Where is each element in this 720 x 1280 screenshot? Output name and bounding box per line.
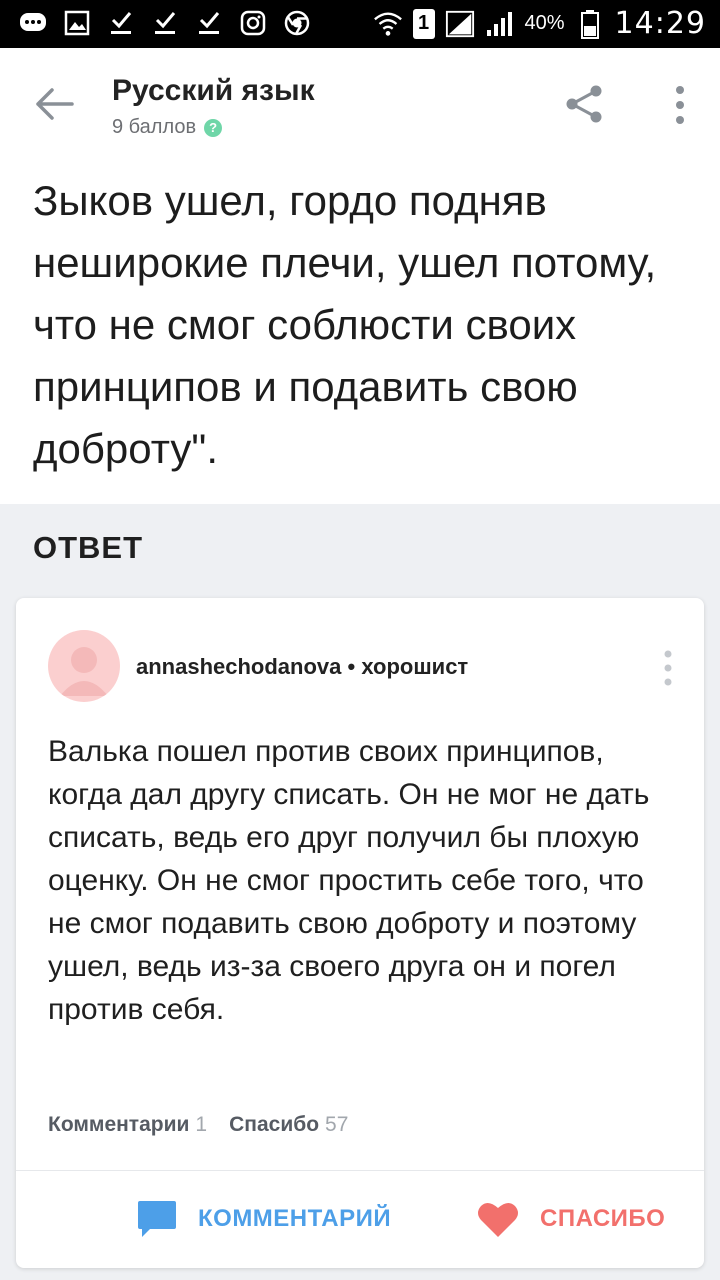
comment-button[interactable]: КОММЕНТАРИЙ <box>136 1196 391 1242</box>
thanks-stat: Спасибо 57 <box>229 1113 348 1137</box>
comment-icon <box>138 1201 176 1237</box>
comments-stat[interactable]: Комментарии 1 <box>48 1113 207 1137</box>
thanks-button[interactable]: СПАСИБО <box>476 1196 665 1242</box>
thanks-label: Спасибо <box>229 1113 320 1136</box>
share-button[interactable] <box>562 82 606 126</box>
instagram-icon <box>238 8 268 38</box>
more-vertical-icon <box>664 650 672 686</box>
thanks-count: 57 <box>325 1113 349 1136</box>
avatar[interactable] <box>48 630 120 702</box>
status-bar: 1 40% 14:29 <box>0 0 720 48</box>
page-title: Русский язык <box>112 74 315 107</box>
download-icon <box>106 8 136 38</box>
signal-icon <box>445 9 475 39</box>
battery-percent: 40% <box>524 12 565 34</box>
chrome-icon <box>282 8 312 38</box>
download-icon <box>194 8 224 38</box>
author-line: annashechodanova • хорошист <box>136 654 468 680</box>
answer-text: Валька пошел против своих принципов, ког… <box>48 735 650 1026</box>
more-menu-button[interactable] <box>670 84 690 126</box>
share-icon <box>566 85 602 123</box>
comment-button-label: КОММЕНТАРИЙ <box>198 1205 392 1232</box>
image-icon <box>62 8 92 38</box>
answer-menu-button[interactable] <box>659 648 677 688</box>
download-icon <box>150 8 180 38</box>
user-avatar-icon <box>60 647 108 696</box>
answer-heading: ОТВЕТ <box>33 530 144 565</box>
signal-bars-icon <box>485 9 515 39</box>
clock: 14:29 <box>614 6 706 41</box>
sim-slot-icon: 1 <box>412 8 435 39</box>
back-button[interactable] <box>34 84 78 124</box>
card-divider <box>16 1170 704 1171</box>
help-icon[interactable]: ? <box>204 118 223 137</box>
author-rank: хорошист <box>361 654 469 679</box>
points-label: 9 баллов <box>112 116 197 138</box>
answer-stats: Комментарии 1 Спасибо 57 <box>48 1113 348 1137</box>
points-info: 9 баллов ? <box>112 116 223 139</box>
comments-count: 1 <box>195 1113 208 1136</box>
answer-card: annashechodanova • хорошист Валька пошел… <box>16 598 704 1268</box>
comments-label: Комментарии <box>48 1113 190 1136</box>
message-icon <box>18 8 48 38</box>
notification-icons <box>18 8 312 38</box>
heart-icon <box>478 1202 518 1237</box>
author-name[interactable]: annashechodanova <box>136 654 341 679</box>
app-header: Русский язык 9 баллов ? <box>0 48 720 160</box>
question-block: Зыков ушел, гордо подняв неширокие плечи… <box>0 160 720 504</box>
wifi-icon <box>373 9 403 39</box>
status-right: 1 40% 14:29 <box>373 6 707 41</box>
arrow-left-icon <box>36 88 74 120</box>
more-vertical-icon <box>676 86 684 124</box>
author-separator: • <box>341 654 362 679</box>
battery-icon <box>575 9 605 39</box>
thanks-button-label: СПАСИБО <box>540 1205 666 1232</box>
question-text: Зыков ушел, гордо подняв неширокие плечи… <box>33 177 657 472</box>
